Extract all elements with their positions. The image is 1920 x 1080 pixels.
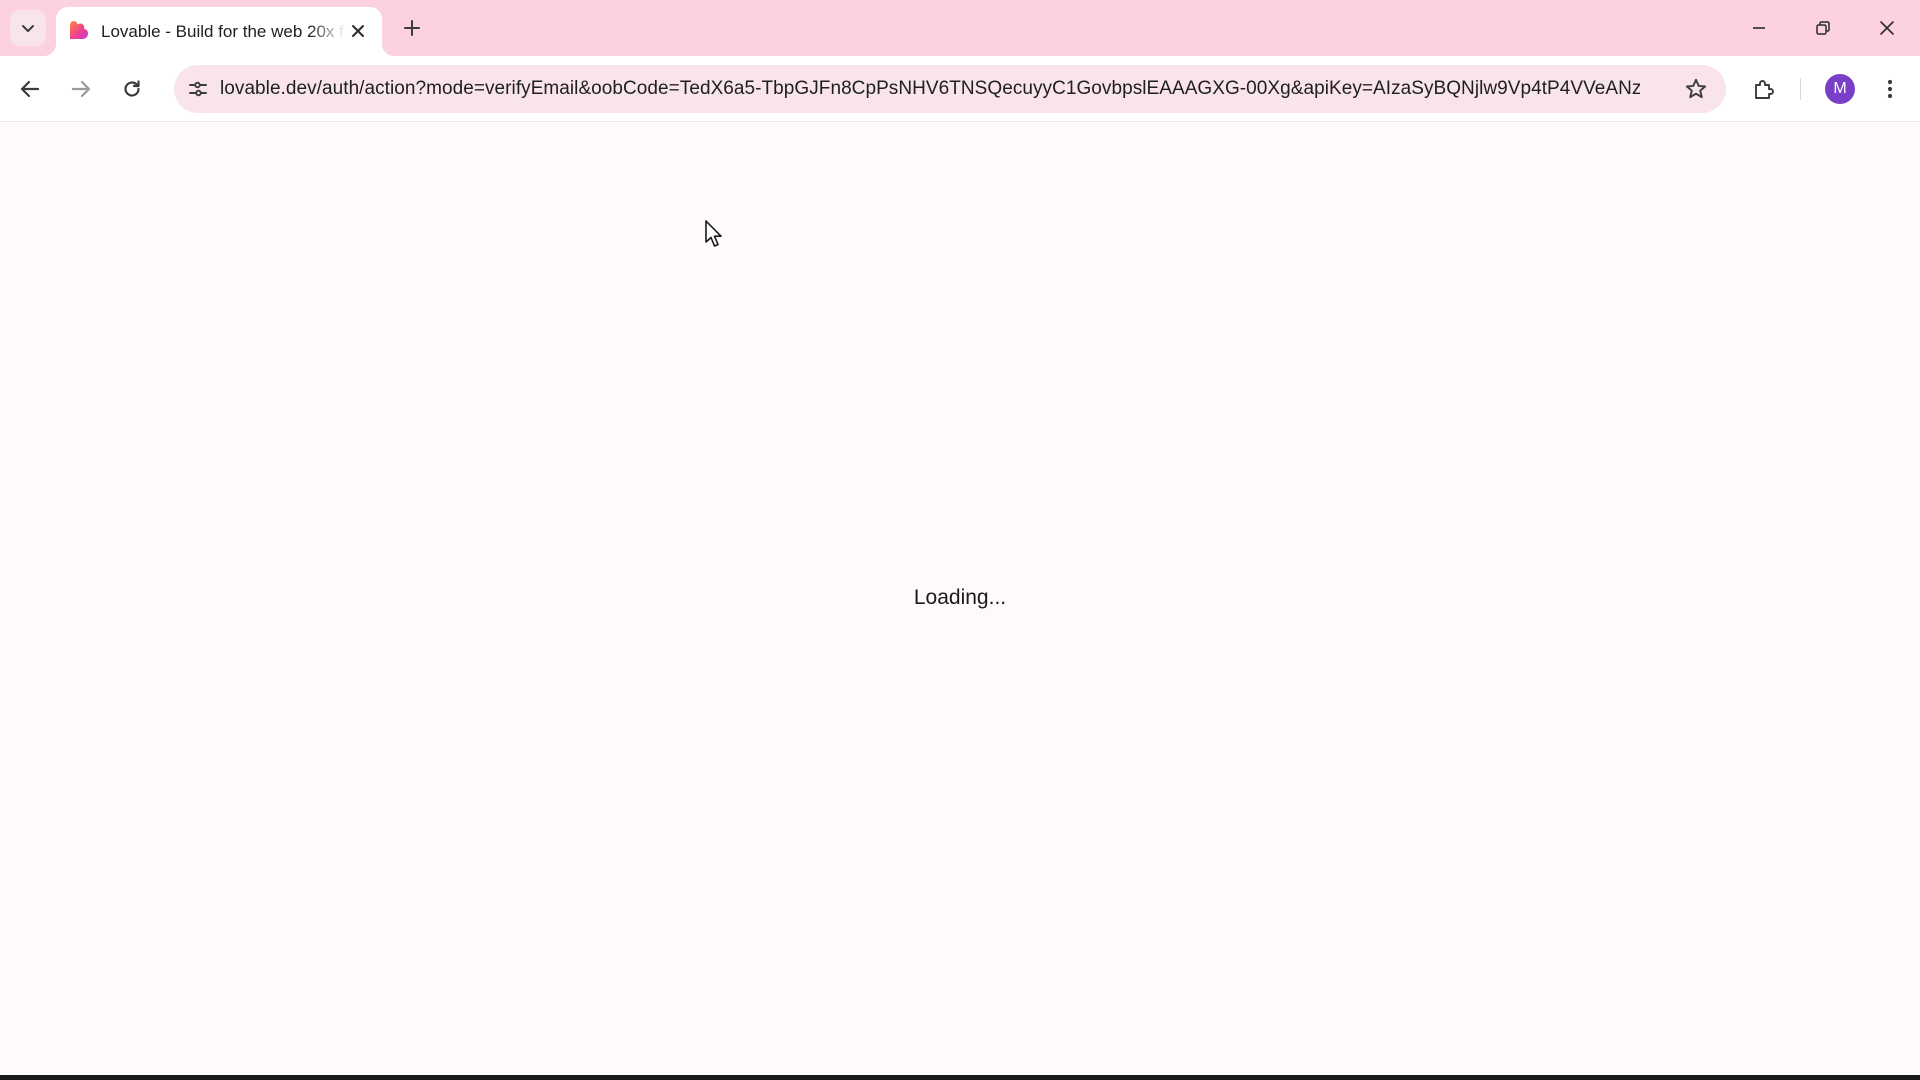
browser-window: Lovable - Build for the web 20x faster	[0, 0, 1920, 1080]
minimize-button[interactable]	[1738, 8, 1780, 48]
reload-icon	[124, 80, 140, 97]
close-icon	[1880, 21, 1894, 35]
star-icon	[1685, 78, 1707, 99]
restore-icon	[1816, 21, 1830, 35]
plus-icon	[404, 20, 420, 36]
forward-button[interactable]	[61, 69, 101, 109]
profile-avatar[interactable]: M	[1825, 74, 1855, 104]
tab-search-button[interactable]	[10, 10, 46, 46]
tune-icon	[189, 81, 207, 97]
page-content: Loading...	[0, 123, 1920, 1075]
minimize-icon	[1753, 27, 1765, 29]
address-bar[interactable]: lovable.dev/auth/action?mode=verifyEmail…	[174, 65, 1726, 113]
close-window-button[interactable]	[1866, 8, 1908, 48]
new-tab-button[interactable]	[396, 12, 428, 44]
site-info-button[interactable]	[180, 71, 216, 107]
taskbar-edge	[0, 1075, 1920, 1080]
restore-button[interactable]	[1802, 8, 1844, 48]
arrow-left-icon	[20, 80, 40, 98]
lovable-heart-icon	[70, 21, 88, 39]
reload-button[interactable]	[112, 69, 152, 109]
arrow-right-icon	[71, 80, 91, 98]
tab-title: Lovable - Build for the web 20x faster	[101, 22, 346, 41]
url-text[interactable]: lovable.dev/auth/action?mode=verifyEmail…	[220, 78, 1640, 100]
tab-strip: Lovable - Build for the web 20x faster	[0, 0, 1920, 56]
puzzle-icon	[1755, 80, 1774, 99]
loading-text: Loading...	[913, 586, 1007, 609]
tab-active[interactable]: Lovable - Build for the web 20x faster	[56, 7, 382, 56]
back-button[interactable]	[10, 69, 50, 109]
browser-toolbar: lovable.dev/auth/action?mode=verifyEmail…	[0, 56, 1920, 122]
browser-menu-button[interactable]	[1872, 69, 1908, 109]
extensions-button[interactable]	[1744, 69, 1784, 109]
more-vertical-icon	[1887, 79, 1893, 99]
close-icon	[352, 25, 364, 37]
bookmark-button[interactable]	[1678, 71, 1714, 107]
tab-close-button[interactable]	[346, 19, 370, 43]
toolbar-divider	[1800, 78, 1801, 100]
chevron-down-icon	[22, 25, 34, 32]
mouse-cursor-icon	[705, 220, 722, 247]
